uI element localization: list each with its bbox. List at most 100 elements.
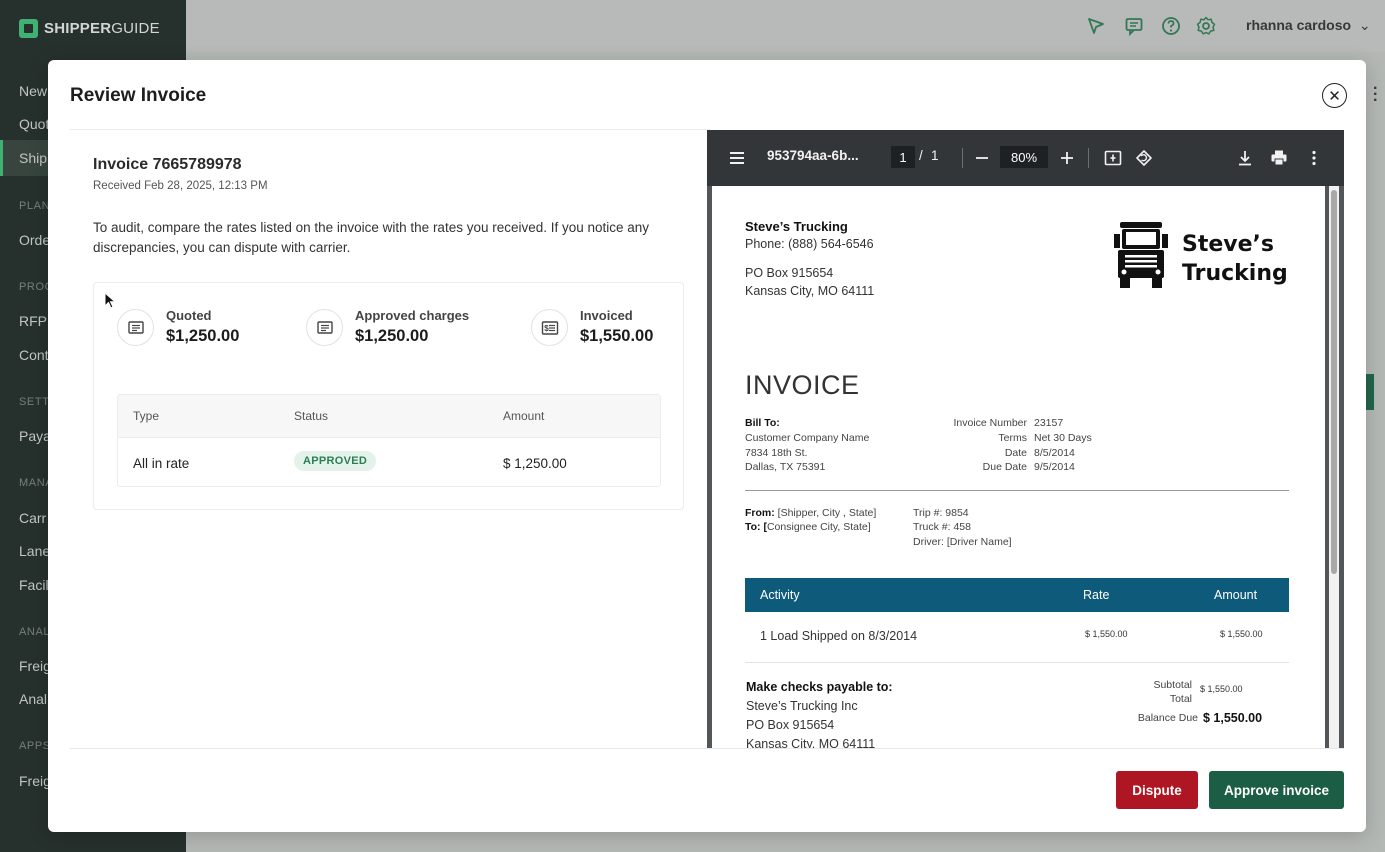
pdf-activity-col-activity: Activity: [760, 588, 800, 602]
pdf-to-value: Consignee City, State]: [766, 521, 871, 533]
metric-quoted-label: Quoted: [166, 308, 212, 323]
modal-title: Review Invoice: [70, 85, 207, 106]
charge-type: All in rate: [133, 456, 190, 471]
column-header-type: Type: [133, 409, 160, 423]
pdf-page: Steve’s Trucking Phone: (888) 564-6546 P…: [712, 186, 1325, 748]
invoice-summary-card: Quoted $1,250.00 Approved charges $1,250…: [93, 282, 684, 510]
header-divider: [70, 129, 710, 130]
pdf-company-phone: Phone: (888) 564-6546: [745, 237, 874, 251]
pdf-from-label: From:: [745, 507, 775, 519]
pdf-bill-to-line: Dallas, TX 75391: [745, 461, 826, 473]
invoice-received-date: Received Feb 28, 2025, 12:13 PM: [93, 180, 268, 192]
pdf-subtotal-label: Subtotal: [1153, 679, 1192, 691]
pdf-balance-value: $ 1,550.00: [1203, 711, 1263, 725]
toolbar-separator: [962, 148, 963, 168]
pdf-viewer: 953794aa-6b... 1 / 1 80% Steve’s Truckin…: [707, 130, 1344, 748]
charge-amount: $ 1,250.00: [503, 456, 567, 471]
pdf-company-name: Steve’s Trucking: [745, 219, 848, 234]
close-modal-button[interactable]: ✕: [1322, 83, 1347, 108]
pdf-divider: [745, 490, 1289, 491]
column-header-amount: Amount: [503, 409, 545, 423]
metric-approved-value: $1,250.00: [355, 327, 429, 345]
page-separator: /: [919, 148, 923, 163]
page-total: 1: [931, 148, 939, 163]
pdf-payable-line: Kansas City, MO 64111: [746, 737, 876, 748]
column-header-status: Status: [294, 409, 329, 423]
pdf-payable-line: Steve’s Trucking Inc: [746, 699, 858, 713]
pdf-activity-col-rate: Rate: [1083, 588, 1110, 602]
charges-table: Type Status Amount All in rate APPROVED …: [117, 394, 661, 487]
dispute-button[interactable]: Dispute: [1116, 771, 1198, 809]
pdf-meta-value: Net 30 Days: [1034, 432, 1092, 444]
pdf-activity-col-amount: Amount: [1214, 588, 1258, 602]
pdf-toolbar: 953794aa-6b... 1 / 1 80%: [707, 130, 1344, 186]
pdf-activity-description: 1 Load Shipped on 8/3/2014: [760, 629, 918, 643]
pdf-activity-divider: [745, 662, 1289, 663]
pdf-brand-line2: Trucking: [1182, 261, 1288, 286]
zoom-in-icon[interactable]: [1057, 148, 1077, 168]
toolbar-separator: [1088, 148, 1089, 168]
fit-to-page-icon[interactable]: [1103, 148, 1123, 168]
truck-logo-icon: [1114, 222, 1168, 288]
metric-quoted: Quoted $1,250.00: [117, 308, 239, 346]
pdf-scrollbar[interactable]: [1329, 186, 1339, 748]
pdf-brand-line1: Steve’s: [1182, 232, 1274, 257]
pdf-payable-line: PO Box 915654: [746, 718, 835, 732]
table-header-row: Type Status Amount: [118, 395, 660, 438]
pdf-scrollbar-thumb[interactable]: [1331, 190, 1337, 574]
metric-quoted-value: $1,250.00: [166, 327, 240, 345]
pdf-balance-label: Balance Due: [1137, 712, 1198, 724]
print-icon[interactable]: [1269, 148, 1289, 168]
pdf-file-name: 953794aa-6b...: [767, 148, 859, 163]
pdf-meta-label: Invoice Number: [953, 417, 1027, 429]
table-row: All in rate APPROVED $ 1,250.00: [118, 438, 660, 486]
pdf-to: To: [Consignee City, State]: [745, 521, 871, 533]
pdf-invoice-heading: INVOICE: [745, 370, 860, 400]
pdf-bill-to-line: 7834 18th St.: [745, 447, 808, 459]
pdf-meta-value: 8/5/2014: [1034, 447, 1075, 459]
metric-invoiced: $ Invoiced $1,550.00: [531, 308, 653, 346]
invoice-number-title: Invoice 7665789978: [93, 156, 242, 173]
document-lines-icon: [306, 309, 343, 346]
pdf-from: From: [Shipper, City , State]: [745, 507, 876, 519]
pdf-from-value: [Shipper, City , State]: [777, 507, 877, 519]
pdf-activity-header: Activity Rate Amount: [745, 578, 1289, 612]
metric-invoiced-label: Invoiced: [580, 308, 633, 323]
pdf-truck-number: Truck #: 458: [913, 521, 971, 533]
pdf-meta-value: 9/5/2014: [1034, 461, 1075, 473]
metric-approved-label: Approved charges: [355, 308, 470, 323]
status-badge: APPROVED: [294, 451, 377, 471]
pdf-meta-label: Due Date: [982, 461, 1027, 473]
close-icon: ✕: [1328, 87, 1341, 105]
pdf-driver-name: Driver: [Driver Name]: [913, 536, 1012, 548]
invoice-receipt-icon: $: [531, 309, 568, 346]
zoom-level-input[interactable]: 80%: [1000, 146, 1048, 168]
pdf-trip-number: Trip #: 9854: [913, 507, 969, 519]
approve-invoice-button[interactable]: Approve invoice: [1209, 771, 1344, 809]
svg-text:$: $: [544, 324, 549, 333]
review-invoice-modal: Review Invoice ✕ Invoice 7665789978 Rece…: [48, 60, 1366, 832]
pdf-meta-label: Date: [1004, 447, 1027, 459]
pdf-total-label: Total: [1169, 693, 1192, 705]
pdf-activity-rate: $ 1,550.00: [1085, 629, 1128, 639]
pdf-brand-name: Steve’s Trucking: [1182, 230, 1288, 288]
metric-invoiced-value: $1,550.00: [580, 327, 654, 345]
footer-divider: [70, 748, 1344, 749]
pdf-subtotal-value: $ 1,550.00: [1200, 684, 1243, 694]
more-options-icon[interactable]: [1304, 148, 1324, 168]
page-number-input[interactable]: 1: [891, 146, 915, 168]
metric-approved-charges: Approved charges $1,250.00: [306, 308, 469, 346]
pdf-payable-label: Make checks payable to:: [746, 680, 893, 694]
audit-instructions: To audit, compare the rates listed on th…: [93, 220, 650, 255]
menu-icon[interactable]: [727, 148, 747, 168]
pdf-company-address-line1: PO Box 915654: [745, 266, 834, 280]
pdf-meta-value: 23157: [1034, 417, 1064, 429]
rotate-icon[interactable]: [1134, 148, 1154, 168]
download-icon[interactable]: [1235, 148, 1255, 168]
zoom-out-icon[interactable]: [972, 148, 992, 168]
document-lines-icon: [117, 309, 154, 346]
mouse-cursor-icon: [104, 292, 116, 309]
pdf-bill-to-label: Bill To:: [745, 417, 780, 429]
pdf-to-label: To: [: [745, 521, 767, 533]
pdf-bill-to-line: Customer Company Name: [745, 432, 870, 444]
